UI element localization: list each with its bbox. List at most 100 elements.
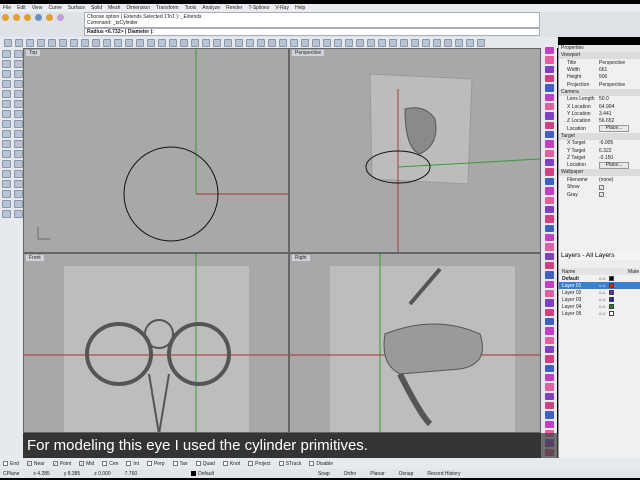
- toolbar-button[interactable]: [81, 38, 89, 47]
- tsplines-tool-button[interactable]: [544, 261, 554, 270]
- toolbar-button[interactable]: [125, 38, 133, 47]
- tsplines-tool-button[interactable]: [544, 336, 554, 344]
- layer-row[interactable]: Layer 02 ☼ ⌂: [559, 289, 640, 296]
- tsplines-tool-button[interactable]: [544, 84, 554, 92]
- viewport-top[interactable]: Top: [23, 48, 289, 253]
- planar-toggle[interactable]: Planar: [370, 471, 384, 477]
- toolbar-button[interactable]: [301, 38, 309, 47]
- toolbar-button[interactable]: [367, 38, 375, 47]
- osnap-disable[interactable]: Disable: [309, 461, 333, 467]
- tool-button[interactable]: [2, 200, 11, 208]
- record-history-toggle[interactable]: Record History: [427, 471, 460, 477]
- layer-row[interactable]: Layer 04 ☼ ⌂: [559, 303, 640, 310]
- toolbar-button[interactable]: [92, 38, 100, 47]
- tool-button[interactable]: [14, 130, 23, 138]
- toolbar-button[interactable]: [378, 38, 386, 47]
- osnap-int[interactable]: Int: [126, 461, 139, 467]
- viewport-title[interactable]: Perspective: [292, 50, 325, 56]
- tool-button[interactable]: [2, 170, 11, 178]
- prop-value[interactable]: -0.150: [599, 155, 613, 161]
- projection-select[interactable]: Perspective: [599, 82, 625, 88]
- tsplines-tool-button[interactable]: [544, 121, 554, 130]
- layer-row[interactable]: Layer 03 ☼ ⌂: [559, 296, 640, 303]
- checkbox[interactable]: [126, 461, 132, 466]
- checkbox[interactable]: [309, 461, 315, 466]
- tool-button[interactable]: [14, 120, 23, 128]
- tsplines-tool-button[interactable]: [544, 149, 554, 158]
- toolbar-button[interactable]: [433, 38, 441, 47]
- tool-icon[interactable]: [2, 14, 9, 21]
- menu-solid[interactable]: Solid: [91, 5, 102, 11]
- tsplines-tool-button[interactable]: [544, 383, 554, 391]
- lock-icon[interactable]: ⌂: [603, 283, 606, 289]
- tool-button[interactable]: [2, 210, 11, 218]
- prop-value[interactable]: 3.441: [599, 111, 612, 117]
- section-viewport[interactable]: Viewport: [559, 52, 640, 59]
- camera-place-button[interactable]: Place...: [599, 125, 629, 133]
- toolbar-button[interactable]: [290, 38, 298, 47]
- toolbar-button[interactable]: [147, 38, 155, 47]
- ortho-toggle[interactable]: Ortho: [344, 471, 357, 477]
- toolbar-button[interactable]: [213, 38, 221, 47]
- checkbox[interactable]: [172, 461, 178, 466]
- tool-icon[interactable]: [13, 14, 20, 21]
- layer-color-swatch[interactable]: [608, 304, 614, 309]
- toolbar-button[interactable]: [191, 38, 199, 47]
- osnap-tan[interactable]: Tan: [172, 461, 188, 467]
- section-wallpaper[interactable]: Wallpaper: [559, 169, 640, 177]
- layer-row[interactable]: Layer 01 ☼ ⌂: [559, 282, 640, 289]
- prop-value[interactable]: Perspective: [599, 60, 625, 66]
- menu-dimension[interactable]: Dimension: [126, 5, 150, 11]
- toolbar-button[interactable]: [37, 38, 45, 47]
- tsplines-tool-button[interactable]: [544, 271, 554, 279]
- toolbar-button[interactable]: [268, 38, 276, 47]
- tsplines-tool-button[interactable]: [544, 177, 554, 186]
- toolbar-button[interactable]: [345, 38, 353, 47]
- osnap-mid[interactable]: ✓ Mid: [79, 461, 94, 467]
- osnap-quad[interactable]: Quad: [195, 461, 215, 467]
- layer-color-swatch[interactable]: [608, 311, 614, 316]
- tsplines-tool-button[interactable]: [544, 159, 554, 167]
- layer-row[interactable]: Default ☼ ⌂: [559, 275, 640, 282]
- tsplines-tool-button[interactable]: [544, 103, 554, 111]
- osnap-end[interactable]: End: [3, 461, 19, 467]
- tool-button[interactable]: [14, 160, 23, 168]
- toolbar-button[interactable]: [235, 38, 243, 47]
- layer-color-swatch[interactable]: [608, 290, 614, 295]
- viewport-right[interactable]: Right: [289, 253, 541, 433]
- tsplines-tool-button[interactable]: [544, 392, 554, 401]
- toolbar-button[interactable]: [257, 38, 265, 47]
- tsplines-tool-button[interactable]: [544, 140, 554, 148]
- toolbar-button[interactable]: [26, 38, 34, 47]
- checkbox[interactable]: [146, 461, 152, 466]
- toolbar-button[interactable]: [246, 38, 254, 47]
- tsplines-tool-button[interactable]: [544, 187, 554, 195]
- tool-button[interactable]: [2, 150, 11, 158]
- layer-color-swatch[interactable]: [608, 283, 614, 288]
- section-target[interactable]: Target: [559, 132, 640, 140]
- menu-file[interactable]: File: [3, 5, 11, 11]
- toolbar-button[interactable]: [400, 38, 408, 47]
- prop-value[interactable]: 506: [599, 74, 607, 80]
- toolbar-button[interactable]: [411, 38, 419, 47]
- viewport-title[interactable]: Top: [26, 50, 41, 56]
- menu-render[interactable]: Render: [226, 5, 242, 11]
- toolbar-button[interactable]: [158, 38, 166, 47]
- tsplines-tool-button[interactable]: [544, 364, 554, 373]
- tsplines-tool-button[interactable]: [544, 308, 554, 316]
- tool-button[interactable]: [2, 130, 11, 138]
- checkbox[interactable]: [278, 461, 284, 466]
- checkbox[interactable]: ✓: [52, 461, 58, 466]
- tsplines-tool-button[interactable]: [544, 374, 554, 382]
- checkbox[interactable]: [195, 461, 201, 466]
- checkbox[interactable]: ✓: [79, 461, 85, 466]
- toolbar-button[interactable]: [312, 38, 320, 47]
- viewport-front[interactable]: Front: [23, 253, 289, 433]
- menu-analyze[interactable]: Analyze: [202, 5, 220, 11]
- tool-icon[interactable]: [57, 14, 64, 21]
- toolbar-button[interactable]: [224, 38, 232, 47]
- toolbar-button[interactable]: [279, 38, 287, 47]
- tsplines-tool-button[interactable]: [544, 243, 554, 251]
- toolbar-button[interactable]: [389, 38, 397, 47]
- checkbox[interactable]: [102, 461, 108, 466]
